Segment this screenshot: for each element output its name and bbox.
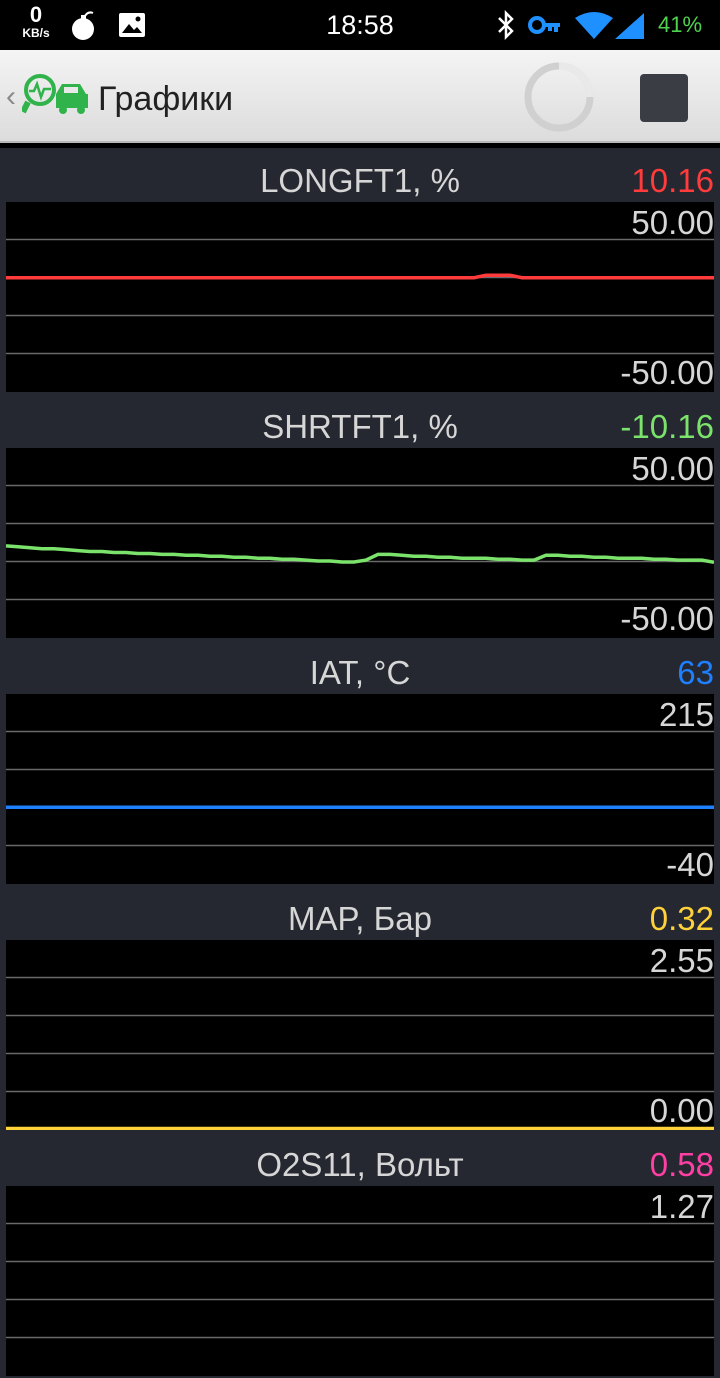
network-speed: 0 KB/s — [14, 2, 58, 41]
chart-plot-area: 2.55 0.00 — [6, 940, 714, 1130]
y-axis-max-label: 2.55 — [649, 942, 714, 979]
chart-title: LONGFT1, % — [260, 162, 460, 199]
series-line — [6, 544, 714, 565]
chart-current-value: 63 — [677, 654, 714, 691]
y-axis-min-label: -40 — [666, 846, 714, 883]
chart-title: MAP, Бар — [288, 900, 432, 937]
y-axis-max-label: 50.00 — [631, 204, 714, 241]
chart-plot-area: 1.27 — [6, 1186, 714, 1376]
chart-svg — [6, 484, 714, 601]
page-title: Графики — [98, 80, 234, 118]
chart-current-value: -10.16 — [620, 408, 714, 445]
vpn-key-icon — [528, 14, 562, 41]
chart-title: IAT, °C — [309, 654, 411, 691]
chart-plot-area: 50.00 -50.00 — [6, 202, 714, 392]
chart-panel[interactable]: IAT, °C 63 215 -40 — [0, 640, 720, 886]
chart-panel[interactable]: O2S11, Вольт 0.58 1.27 — [0, 1132, 720, 1378]
chart-panel[interactable]: LONGFT1, % 10.16 50.00 -50.00 — [0, 148, 720, 394]
y-axis-min-label: -50.00 — [620, 354, 714, 391]
chart-current-value: 10.16 — [631, 162, 714, 199]
chart-svg — [6, 730, 714, 847]
app-logo-icon[interactable] — [20, 72, 92, 125]
loading-spinner-icon — [524, 62, 594, 132]
battery-level: 41% — [658, 12, 703, 37]
chart-panel[interactable]: MAP, Бар 0.32 2.55 0.00 — [0, 886, 720, 1132]
stop-button[interactable] — [640, 74, 688, 122]
chart-title: O2S11, Вольт — [256, 1146, 464, 1183]
status-bar: 0 KB/s 18:58 41% — [0, 0, 720, 50]
image-icon — [118, 12, 146, 43]
chart-plot-area: 50.00 -50.00 — [6, 448, 714, 638]
series-line — [6, 273, 714, 280]
bluetooth-icon — [496, 9, 516, 46]
chart-current-value: 0.58 — [649, 1146, 714, 1183]
chart-current-value: 0.32 — [649, 900, 714, 937]
chart-svg — [6, 238, 714, 355]
chart-svg — [6, 1222, 714, 1339]
y-axis-min-label: 0.00 — [649, 1092, 714, 1129]
signal-icon — [614, 12, 646, 45]
chart-svg — [6, 976, 714, 1130]
back-icon[interactable]: ‹ — [6, 80, 16, 114]
network-speed-unit: KB/s — [22, 26, 50, 40]
y-axis-max-label: 1.27 — [649, 1188, 714, 1225]
action-bar: ‹ Графики — [0, 50, 720, 143]
y-axis-min-label: -50.00 — [620, 600, 714, 637]
bomb-icon — [70, 10, 98, 47]
wifi-icon — [574, 12, 614, 45]
chart-title: SHRTFT1, % — [262, 408, 458, 445]
network-speed-value: 0 — [29, 2, 43, 27]
chart-panel[interactable]: SHRTFT1, % -10.16 50.00 -50.00 — [0, 394, 720, 640]
y-axis-max-label: 50.00 — [631, 450, 714, 487]
y-axis-max-label: 215 — [658, 696, 714, 733]
clock: 18:58 — [326, 10, 394, 40]
chart-plot-area: 215 -40 — [6, 694, 714, 884]
